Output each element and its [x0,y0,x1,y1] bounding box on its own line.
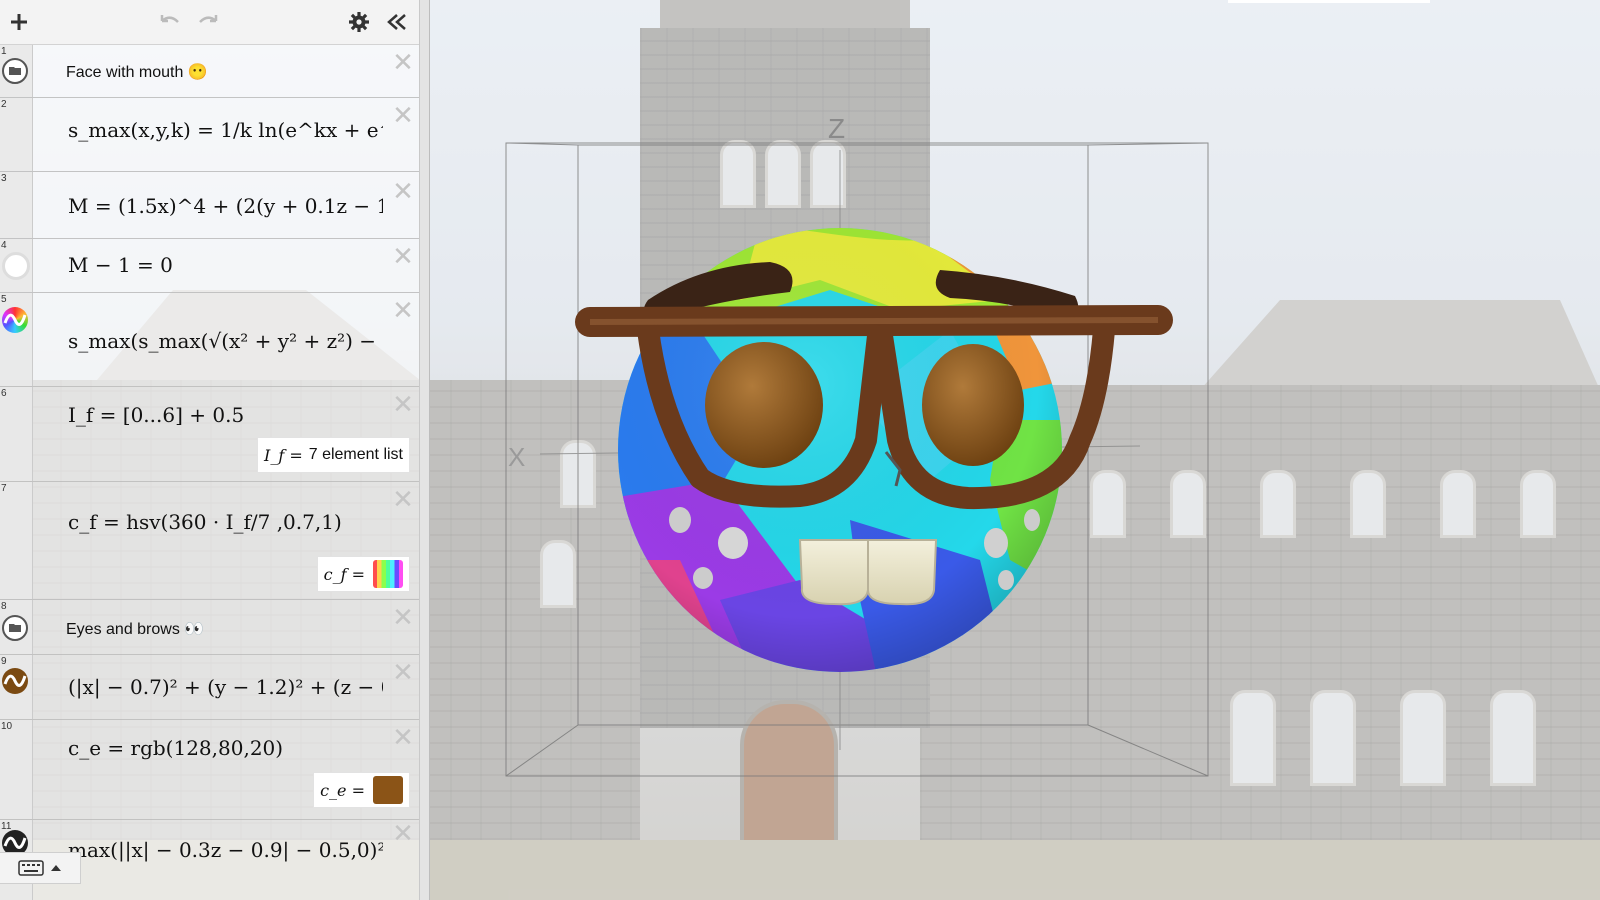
undo-icon [160,15,179,23]
evaluation-lhs: c_e = [320,780,365,800]
undo-button[interactable] [154,6,186,38]
delete-item-button[interactable]: ✕ [392,178,414,204]
add-item-button[interactable] [3,6,35,38]
folder-icon[interactable] [2,615,28,641]
folder-title-text: Face with mouth [66,64,184,81]
row-number: 9 [1,656,7,667]
evaluation-value: 7 element list [308,446,403,463]
row-number: 10 [1,721,13,732]
rainbow-color-swatch[interactable] [373,560,403,588]
plus-icon [11,14,27,30]
row-gutter: 8 [0,600,33,654]
expression-text[interactable]: M − 1 = 0 [68,253,173,277]
gear-icon [349,12,369,32]
color-evaluation: c_e = [313,772,410,808]
expression-row-eyes[interactable]: 9 (|x| − 0.7)² + (y − 1.2)² + (z − 0.3 ✕ [0,655,420,720]
expression-row-smax[interactable]: 2 s_max(x,y,k) = 1/k ln(e^kx + e^ky) ✕ [0,98,420,172]
settings-button[interactable] [343,6,375,38]
expression-row-surface[interactable]: 5 s_max(s_max(√(x² + y² + z²) − 2,1.1 − … [0,293,420,387]
delete-item-button[interactable]: ✕ [392,243,414,269]
row-gutter: 5 [0,293,33,386]
keyboard-icon [18,860,44,876]
folder-glyph [9,624,21,632]
row-number: 8 [1,601,7,612]
redo-button[interactable] [192,6,224,38]
rainbow-graph-icon[interactable] [2,307,28,333]
row-gutter: 10 [0,720,33,819]
evaluation-lhs: c_f = [323,564,365,584]
delete-item-button[interactable]: ✕ [392,391,414,417]
row-number: 4 [1,240,7,251]
top-right-tab[interactable] [1228,0,1430,3]
wave-icon [3,313,27,326]
folder-row-face[interactable]: 1 Face with mouth 😶 ✕ [0,45,420,98]
row-number: 3 [1,173,7,184]
folder-emoji: 😶 [187,64,208,81]
expression-row-ce[interactable]: 10 c_e = rgb(128,80,20) ✕ c_e = [0,720,420,820]
panel-resize-handle[interactable] [419,0,430,900]
delete-item-button[interactable]: ✕ [392,724,414,750]
expression-toolbar [0,0,420,45]
color-list-evaluation: c_f = [316,556,410,592]
evaluation-box: I_f = 7 element list [257,437,410,473]
expression-row-M[interactable]: 3 M = (1.5x)^4 + (2(y + 0.1z − 1.4))^4 ✕ [0,172,420,239]
expression-text[interactable]: M = (1.5x)^4 + (2(y + 0.1z − 1.4))^4 [68,194,383,218]
row-gutter: 6 [0,387,33,481]
expression-text[interactable]: I_f = [0...6] + 0.5 [68,403,244,427]
brown-graph-icon[interactable] [2,668,28,694]
expression-text[interactable]: c_e = rgb(128,80,20) [68,736,283,760]
hidden-graph-toggle[interactable] [2,252,30,280]
row-gutter: 2 [0,98,33,171]
delete-item-button[interactable]: ✕ [392,49,414,75]
expression-text[interactable]: max(||x| − 0.3z − 0.9| − 0.5,0)² + ( [68,838,383,862]
row-number: 1 [1,46,7,57]
expression-text[interactable]: c_f = hsv(360 · I_f/7 ,0.7,1) [68,510,342,534]
folder-row-eyes[interactable]: 8 Eyes and brows 👀 ✕ [0,600,420,655]
row-number: 2 [1,99,7,110]
delete-item-button[interactable]: ✕ [392,102,414,128]
row-number: 6 [1,388,7,399]
row-number: 7 [1,483,7,494]
double-chevron-left-icon [387,14,406,30]
row-gutter: 4 [0,239,33,292]
brown-color-swatch[interactable] [373,776,403,804]
expression-row-cf[interactable]: 7 c_f = hsv(360 · I_f/7 ,0.7,1) ✕ c_f = [0,482,420,600]
expression-row-If[interactable]: 6 I_f = [0...6] + 0.5 ✕ I_f = 7 element … [0,387,420,482]
delete-item-button[interactable]: ✕ [392,820,414,846]
redo-icon [199,15,218,23]
delete-item-button[interactable]: ✕ [392,297,414,323]
folder-glyph [9,67,21,75]
caret-up-icon [51,865,61,871]
delete-item-button[interactable]: ✕ [392,659,414,685]
expression-text[interactable]: s_max(s_max(√(x² + y² + z²) − 2,1.1 − M [68,329,383,353]
folder-emoji: 👀 [184,621,205,638]
delete-item-button[interactable]: ✕ [392,486,414,512]
folder-title: Eyes and brows 👀 [66,619,204,639]
evaluation-lhs: I_f = [264,445,303,465]
row-gutter: 3 [0,172,33,238]
folder-icon[interactable] [2,58,28,84]
folder-title-text: Eyes and brows [66,621,180,638]
row-gutter: 7 [0,482,33,599]
expression-text[interactable]: (|x| − 0.7)² + (y − 1.2)² + (z − 0.3 [68,675,383,699]
expression-row-M-eq[interactable]: 4 M − 1 = 0 ✕ [0,239,420,293]
row-gutter: 9 [0,655,33,719]
collapse-panel-button[interactable] [381,6,413,38]
expression-text[interactable]: s_max(x,y,k) = 1/k ln(e^kx + e^ky) [68,118,383,142]
folder-title: Face with mouth 😶 [66,62,208,82]
row-number: 5 [1,294,7,305]
wave-icon [3,674,27,687]
delete-item-button[interactable]: ✕ [392,604,414,630]
row-gutter: 1 [0,45,33,97]
expression-list: 1 Face with mouth 😶 ✕ 2 s_max(x,y,k) = 1… [0,0,420,900]
keyboard-toggle-button[interactable] [0,852,81,884]
